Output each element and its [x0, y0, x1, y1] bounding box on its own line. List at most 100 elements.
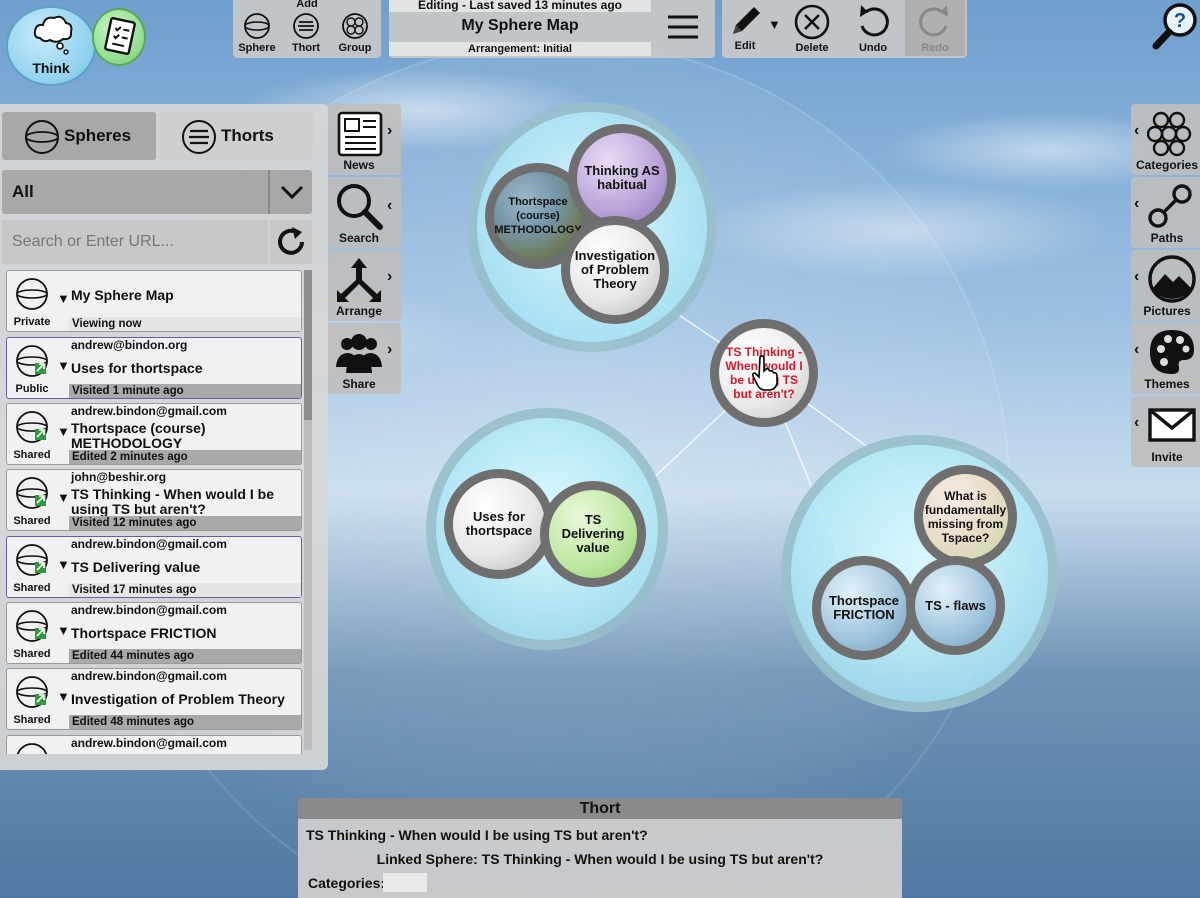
- expand-arrow[interactable]: ▼: [57, 291, 70, 306]
- add-group-button[interactable]: Group: [331, 12, 379, 54]
- themes-button[interactable]: ‹ Themes: [1131, 323, 1200, 394]
- paths-icon: [1148, 184, 1192, 228]
- list-item[interactable]: Shared ▼ andrew.bindon@gmail.com Thortsp…: [6, 602, 302, 664]
- sphere-icon: [244, 13, 270, 39]
- invite-button[interactable]: ‹ Invite: [1131, 396, 1200, 467]
- hand-cursor-icon: [752, 355, 778, 391]
- list-scrollbar[interactable]: [304, 270, 312, 750]
- refresh-icon: [278, 227, 304, 255]
- spheres-panel: Spheres Thorts All Private ▼ My Sphere M…: [0, 104, 328, 770]
- chevron-left-icon: ‹: [387, 197, 393, 214]
- list-item[interactable]: Private ▼ My Sphere Map Viewing now: [6, 270, 302, 332]
- notes-icon: [104, 17, 136, 55]
- map-title[interactable]: My Sphere Map: [389, 17, 651, 35]
- undo-button[interactable]: Undo: [843, 2, 903, 54]
- sphere-node-delivering-value[interactable]: TS Delivering value: [540, 481, 646, 587]
- add-header: Add: [296, 0, 318, 10]
- thort-title[interactable]: TS Thinking - When would I be using TS b…: [306, 827, 648, 843]
- sphere-icon: [16, 743, 48, 754]
- sphere-icon: [16, 278, 48, 310]
- palette-icon: [1150, 330, 1194, 374]
- filter-dropdown[interactable]: [268, 170, 312, 214]
- delete-button[interactable]: Delete: [782, 2, 842, 54]
- people-icon: [336, 334, 382, 373]
- filter-select[interactable]: All: [2, 170, 312, 214]
- chevron-right-icon: ›: [387, 341, 393, 358]
- sphere-list: Private ▼ My Sphere Map Viewing now Publ…: [4, 270, 304, 754]
- shared-sphere-icon: [16, 544, 48, 576]
- undo-icon: [860, 5, 889, 37]
- delete-x-icon: [794, 4, 830, 40]
- arrange-icon: [337, 258, 381, 302]
- edit-dropdown-arrow[interactable]: ▼: [768, 17, 781, 32]
- chevron-right-icon: ›: [387, 122, 393, 139]
- envelope-icon: [1148, 408, 1196, 442]
- pencil-icon: [733, 7, 760, 34]
- scrollbar-thumb[interactable]: [304, 270, 312, 420]
- chevron-left-icon: ‹: [1134, 341, 1140, 358]
- edit-button[interactable]: Edit: [722, 2, 768, 52]
- pictures-button[interactable]: ‹ Pictures: [1131, 250, 1200, 321]
- add-sphere-button[interactable]: Sphere: [233, 12, 281, 54]
- tab-thorts[interactable]: Thorts: [159, 112, 313, 160]
- chevron-left-icon: ‹: [1134, 414, 1140, 431]
- expand-arrow[interactable]: ▼: [57, 424, 70, 439]
- sphere-node-problem-theory[interactable]: Investigation of Problem Theory: [561, 216, 669, 324]
- linked-sphere-link[interactable]: Linked Sphere: TS Thinking - When would …: [298, 851, 902, 867]
- sphere-node-fundamentally-missing[interactable]: What is fundamentally missing from Tspac…: [914, 465, 1017, 568]
- news-button[interactable]: › News: [328, 104, 401, 175]
- hamburger-menu-icon: [668, 15, 698, 39]
- edit-toolbar: Edit ▼ Delete Undo Redo: [722, 0, 967, 58]
- categories-label: Categories:: [308, 875, 386, 891]
- group-icon: [342, 13, 368, 39]
- list-item[interactable]: Public ▼ andrew@bindon.org Uses for thor…: [6, 337, 302, 399]
- list-item[interactable]: Shared ▼ andrew.bindon@gmail.com Thortsp…: [6, 403, 302, 465]
- refresh-button[interactable]: [270, 220, 312, 264]
- chevron-left-icon: ‹: [1134, 268, 1140, 285]
- arrangement-label[interactable]: Arrangement: Initial: [389, 42, 651, 56]
- categories-field[interactable]: [383, 873, 427, 892]
- expand-arrow[interactable]: ▼: [57, 490, 70, 505]
- share-button[interactable]: › Share: [328, 323, 401, 394]
- thought-cloud-icon: [33, 15, 73, 55]
- sphere-node-uses-thortspace[interactable]: Uses for thortspace: [444, 469, 554, 579]
- thort-icon: [293, 13, 319, 39]
- redo-button[interactable]: Redo: [905, 0, 965, 56]
- shared-sphere-icon: [16, 477, 48, 509]
- expand-arrow[interactable]: ▼: [57, 557, 70, 572]
- save-status: Editing - Last saved 13 minutes ago: [389, 0, 651, 12]
- categories-icon: [1147, 111, 1192, 157]
- notes-button[interactable]: [92, 8, 146, 66]
- chevron-left-icon: ‹: [1134, 195, 1140, 212]
- shared-sphere-icon: [16, 610, 48, 642]
- sphere-node-friction[interactable]: Thortspace FRICTION: [812, 556, 916, 660]
- paths-button[interactable]: ‹ Paths: [1131, 177, 1200, 248]
- help-search-icon[interactable]: ?: [1150, 0, 1200, 50]
- expand-arrow[interactable]: ▼: [57, 689, 70, 704]
- shared-sphere-icon: [16, 411, 48, 443]
- pictures-icon: [1148, 255, 1196, 303]
- newspaper-icon: [337, 111, 383, 157]
- list-item[interactable]: Shared ▼ andrew.bindon@gmail.com Investi…: [6, 668, 302, 730]
- search-input[interactable]: [2, 220, 268, 264]
- think-button[interactable]: Think: [6, 6, 96, 86]
- map-title-bar: Editing - Last saved 13 minutes ago My S…: [389, 0, 715, 58]
- expand-arrow[interactable]: ▼: [57, 623, 70, 638]
- menu-button[interactable]: [651, 0, 715, 58]
- chevron-left-icon: ‹: [1134, 122, 1140, 139]
- search-button[interactable]: ‹ Search: [328, 177, 401, 248]
- list-item[interactable]: Shared ▼ andrew.bindon@gmail.com TS Deli…: [6, 536, 302, 598]
- search-icon: [337, 184, 383, 230]
- list-item[interactable]: andrew.bindon@gmail.com: [6, 735, 302, 754]
- shared-sphere-icon: [16, 676, 48, 708]
- add-thort-button[interactable]: Thort: [282, 12, 330, 54]
- categories-button[interactable]: ‹ Categories: [1131, 104, 1200, 175]
- expand-arrow[interactable]: ▼: [57, 358, 70, 373]
- tab-spheres[interactable]: Spheres: [2, 112, 156, 160]
- arrange-button[interactable]: › Arrange: [328, 250, 401, 321]
- add-toolbar: Add Sphere Thort Group: [233, 0, 381, 58]
- sphere-node-flaws[interactable]: TS - flaws: [906, 556, 1005, 655]
- chevron-right-icon: ›: [387, 268, 393, 285]
- redo-icon: [919, 5, 948, 37]
- list-item[interactable]: Shared ▼ john@beshir.org TS Thinking - W…: [6, 469, 302, 531]
